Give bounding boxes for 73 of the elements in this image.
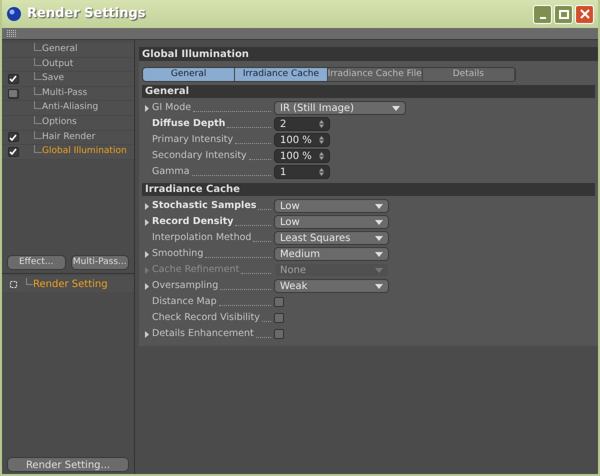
number-field[interactable]: 100 %: [274, 133, 330, 147]
expand-arrow-icon[interactable]: [145, 202, 149, 210]
dropdown-value: Least Squares: [280, 232, 350, 246]
dropdown-value: Low: [280, 216, 300, 230]
dropdown-value: Low: [280, 200, 300, 214]
caret-icon: [375, 252, 383, 256]
dropdown-value: IR (Still Image): [280, 102, 354, 116]
parameter-label: Stochastic Samples: [152, 198, 256, 213]
caret-icon: [392, 106, 400, 110]
tab[interactable]: Irradiance Cache: [235, 68, 328, 81]
parameter-label: Smoothing: [152, 246, 204, 261]
expand-arrow-icon[interactable]: [145, 250, 149, 258]
expand-arrow-icon[interactable]: [145, 330, 149, 338]
checkmark-icon: [9, 75, 17, 82]
parameter-label: Oversampling: [152, 278, 218, 293]
number-field[interactable]: 100 %: [274, 149, 330, 163]
caret-icon: [375, 268, 383, 272]
caret-icon: [375, 220, 383, 224]
app-sphere-icon: [6, 6, 22, 22]
dropdown[interactable]: Low: [274, 215, 389, 229]
checkbox[interactable]: [8, 132, 18, 142]
dropdown[interactable]: Least Squares: [274, 231, 389, 245]
sidebar-item[interactable]: Save: [42, 72, 64, 86]
target-icon: [10, 280, 17, 288]
parameter-label: Record Density: [152, 214, 234, 229]
checkbox[interactable]: [8, 146, 18, 157]
parameter-label: Gamma: [152, 164, 190, 179]
close-button[interactable]: [575, 4, 594, 24]
parameter-label: Distance Map: [152, 294, 217, 309]
dropdown[interactable]: Medium: [274, 247, 389, 261]
spinner-arrows-icon: [319, 168, 324, 176]
tab[interactable]: General: [143, 68, 236, 81]
parameter-label: Check Record Visibility: [152, 310, 260, 325]
minimize-button[interactable]: [533, 4, 552, 24]
expand-arrow-icon[interactable]: [145, 218, 149, 226]
spinner-arrows-icon: [319, 136, 324, 144]
checkbox[interactable]: [274, 329, 284, 339]
checkbox[interactable]: [274, 297, 284, 307]
expand-arrow-icon[interactable]: [145, 282, 149, 290]
window-title: Render Settings: [27, 5, 146, 24]
checkbox[interactable]: [8, 88, 18, 99]
number-field[interactable]: 2: [274, 117, 330, 131]
dropdown-value: None: [280, 264, 306, 278]
parameter-label: Diffuse Depth: [152, 116, 226, 131]
section-header: General: [142, 85, 595, 98]
panel-button[interactable]: Effect...: [7, 255, 66, 270]
dropdown[interactable]: IR (Still Image): [274, 101, 406, 115]
dropdown-value: Medium: [280, 248, 320, 262]
caret-icon: [375, 284, 383, 288]
caret-icon: [375, 204, 383, 208]
dropdown[interactable]: Low: [274, 199, 389, 213]
checkbox[interactable]: [8, 74, 18, 84]
dropdown[interactable]: Weak: [274, 279, 389, 293]
close-icon: [580, 9, 590, 19]
tab[interactable]: Irradiance Cache File: [328, 68, 423, 81]
section-header: Irradiance Cache: [142, 183, 595, 196]
dropdown-value: Weak: [280, 280, 308, 294]
parameter-label: GI Mode: [152, 100, 192, 115]
render-setting-button[interactable]: Render Setting...: [7, 457, 129, 472]
panel-title: Global Illumination: [139, 47, 598, 61]
parameter-label: Details Enhancement: [152, 326, 254, 341]
parameter-label: Interpolation Method: [152, 230, 252, 245]
checkbox[interactable]: [274, 313, 284, 323]
number-field[interactable]: 1: [274, 165, 330, 179]
caret-icon: [375, 236, 383, 240]
panel-button[interactable]: Multi-Pass...: [70, 255, 129, 270]
maximize-button[interactable]: [554, 4, 573, 24]
parameter-label: Primary Intensity: [152, 132, 234, 147]
tab[interactable]: Details: [422, 68, 515, 81]
spinner-arrows-icon: [319, 152, 324, 160]
expand-arrow-icon[interactable]: [145, 104, 149, 112]
spinner-arrows-icon: [319, 120, 324, 128]
parameter-label: Secondary Intensity: [152, 148, 247, 163]
